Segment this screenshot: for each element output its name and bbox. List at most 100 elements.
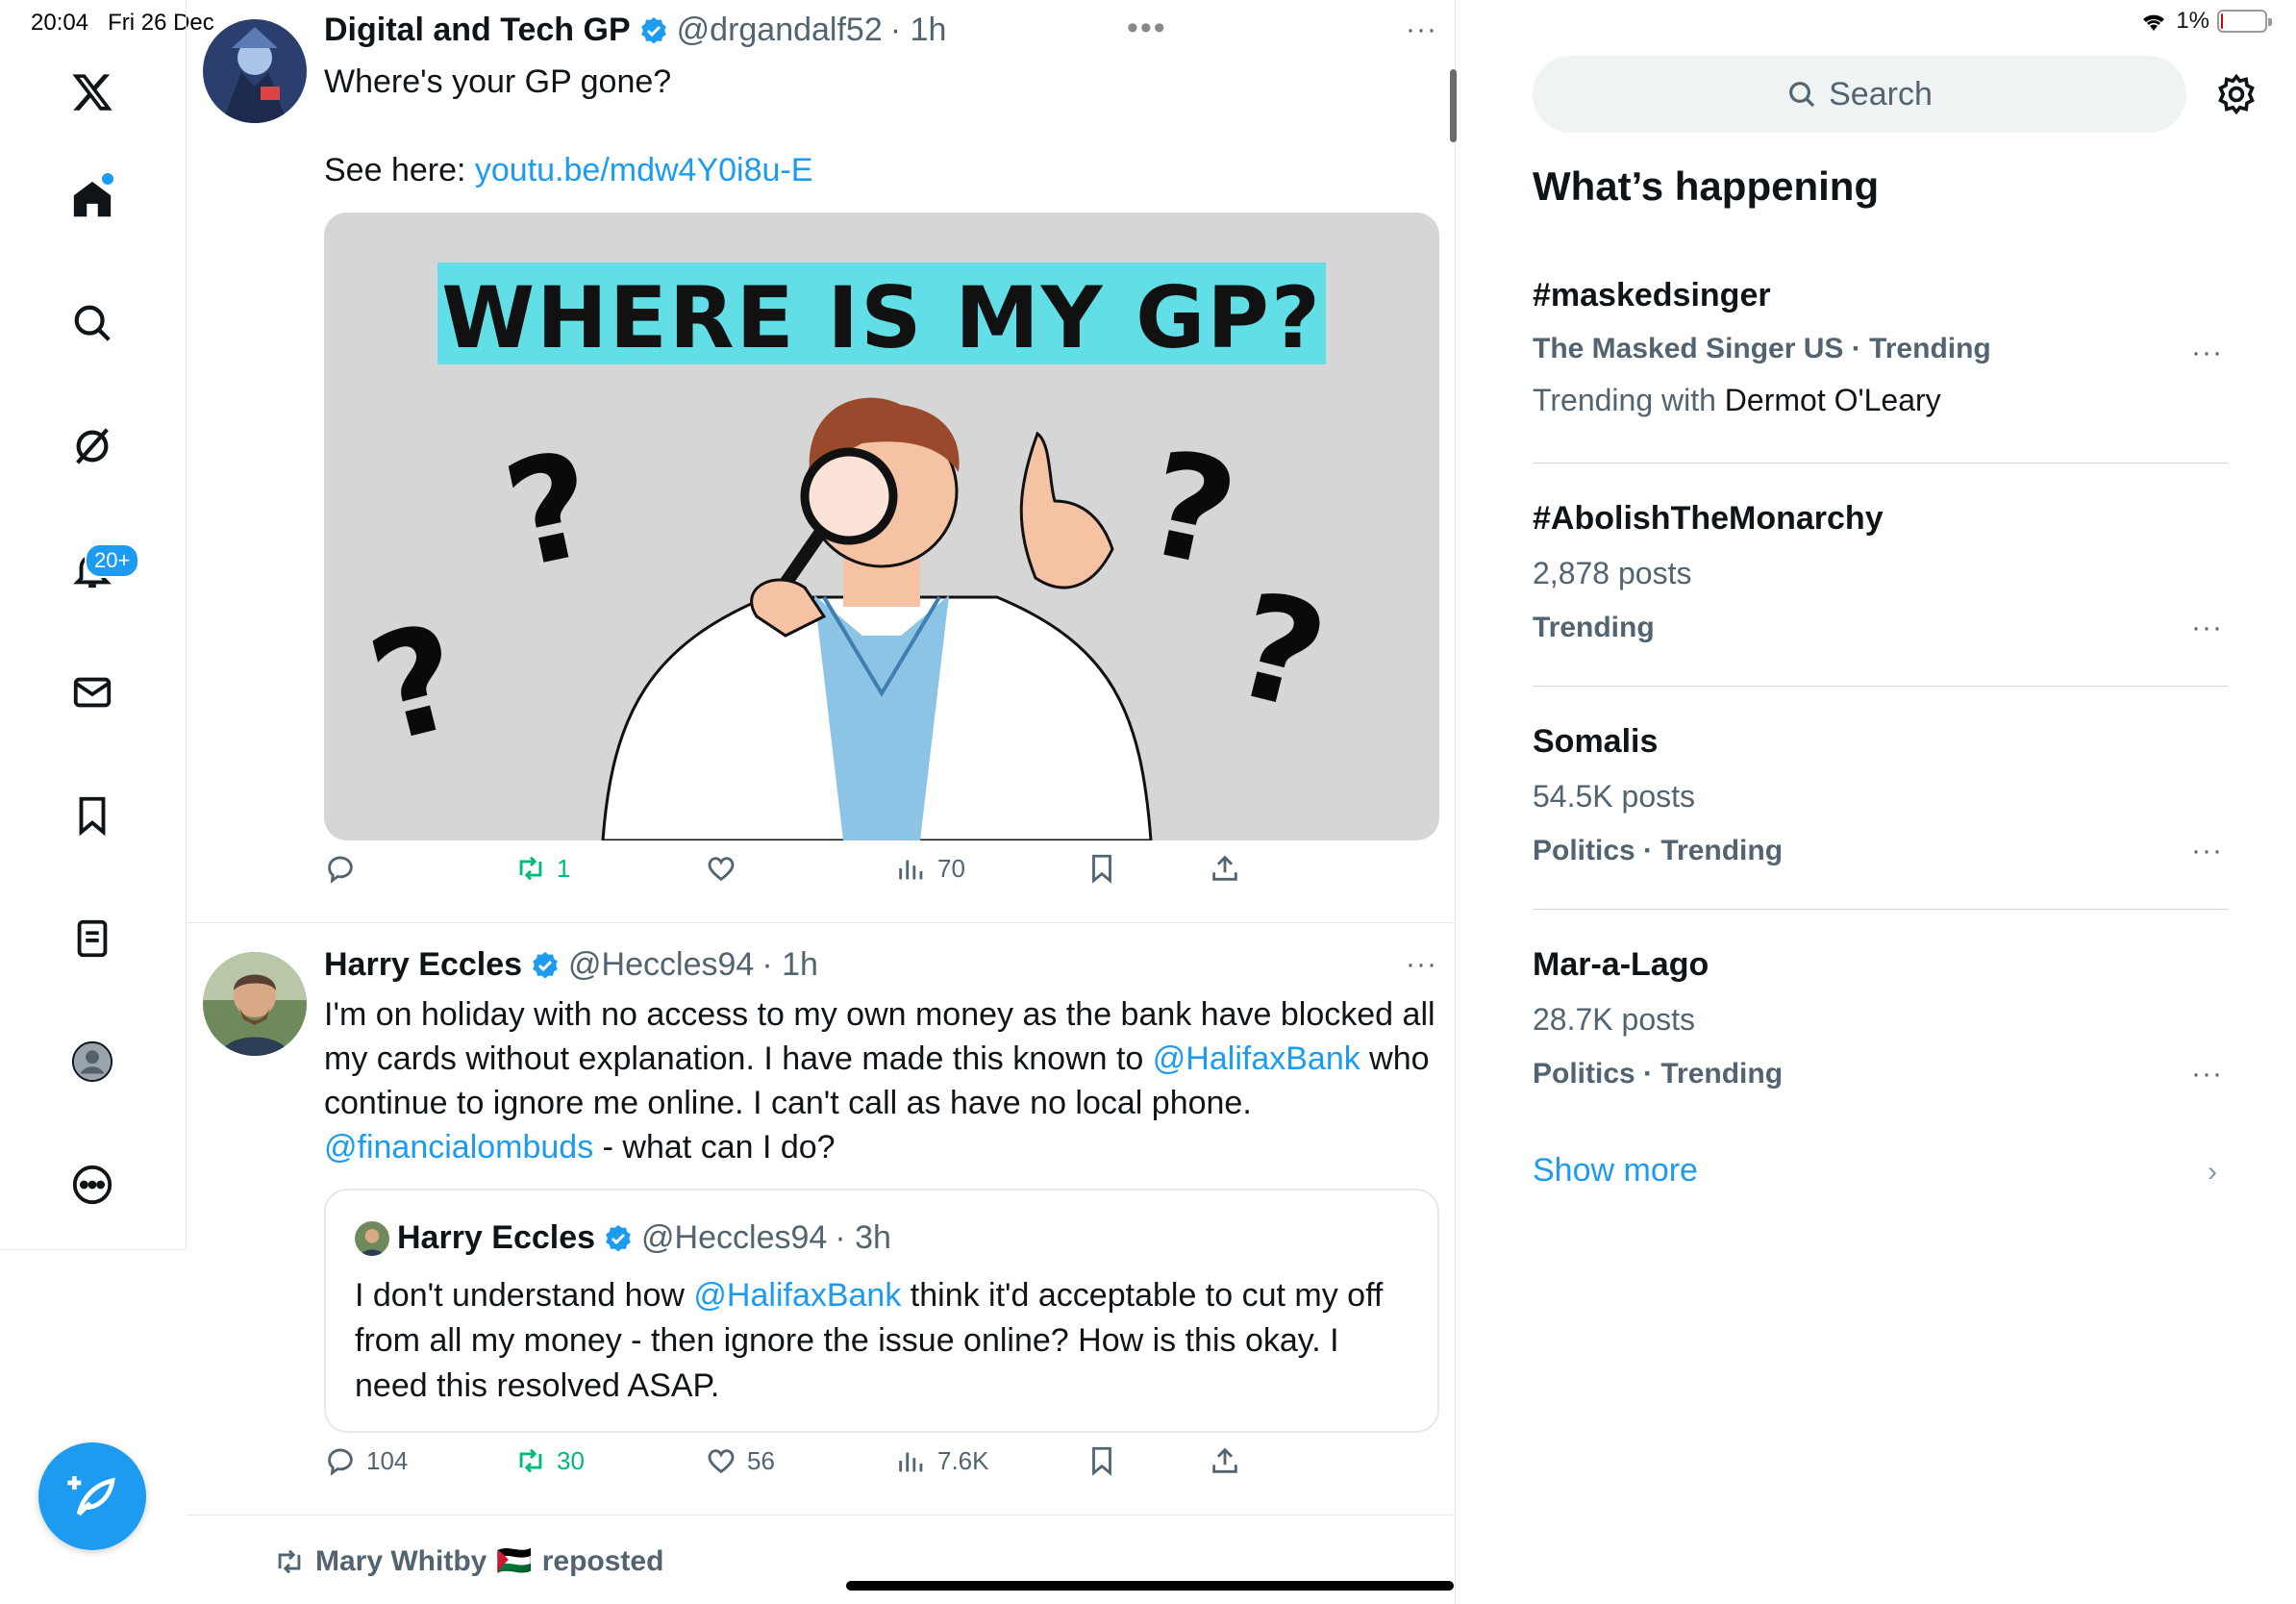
bookmark-button[interactable] [1086, 852, 1118, 885]
like-count: 56 [747, 1445, 775, 1475]
retweet-icon [519, 856, 542, 881]
tweet-media-image[interactable]: WHERE IS MY GP? ? ? ? ? [324, 213, 1439, 840]
left-navigation: 20+ [0, 0, 187, 1250]
trend-more-button[interactable]: ··· [2191, 835, 2223, 867]
tweet-link[interactable]: youtu.be/mdw4Y0i8u-E [475, 152, 813, 188]
mention-halifaxbank[interactable]: @HalifaxBank [1153, 1040, 1360, 1077]
author-handle[interactable]: @drgandalf52 [677, 12, 883, 49]
trend-item[interactable]: #AbolishTheMonarchy 2,878 posts Trending… [1533, 464, 2229, 687]
status-indicators: 1% [2139, 8, 2272, 35]
views-chart-icon [899, 860, 923, 880]
scrollbar[interactable] [1450, 69, 1457, 142]
tweet-time[interactable]: · 1h [890, 12, 947, 49]
heart-icon [708, 857, 735, 882]
views-button[interactable]: 70 [895, 852, 965, 885]
views-button[interactable]: 7.6K [895, 1444, 989, 1477]
svg-text:?: ? [492, 420, 609, 601]
tweet-time[interactable]: · 1h [761, 946, 818, 984]
tweet-actions: 1 70 [324, 852, 1285, 898]
quoted-avatar[interactable] [355, 1220, 389, 1256]
battery-percent: 1% [2176, 8, 2209, 34]
repost-context[interactable]: Mary Whitby 🇵🇸 reposted [273, 1544, 663, 1578]
like-button[interactable]: 56 [705, 1444, 775, 1477]
retweet-count: 1 [557, 853, 571, 883]
svg-text:?: ? [1219, 562, 1341, 744]
wifi-icon [2143, 14, 2165, 31]
trend-more-button[interactable]: ··· [2191, 337, 2223, 369]
lists-icon[interactable] [60, 906, 125, 971]
whats-happening-heading: What’s happening [1533, 163, 1880, 209]
quoted-tweet-time: · 3h [835, 1219, 891, 1256]
verified-badge-icon [640, 16, 666, 43]
reposter-name: Mary Whitby [315, 1544, 487, 1577]
retweet-button[interactable]: 1 [514, 852, 570, 885]
view-count: 70 [937, 853, 965, 883]
home-unread-dot [102, 173, 113, 185]
home-icon[interactable] [60, 167, 125, 233]
show-more-link[interactable]: Show more [1533, 1152, 1698, 1190]
trend-meta: Politics · Trending [1533, 835, 1784, 866]
doctor-illustration: ? ? ? ? [356, 397, 1341, 840]
bookmark-icon [1092, 1446, 1111, 1476]
notifications-badge: 20+ [85, 543, 140, 578]
trend-item[interactable]: Mar-a-Lago 28.7K posts Politics · Trendi… [1533, 910, 2229, 1121]
quoted-tweet[interactable]: Harry Eccles @Heccles94 · 3h I don't und… [324, 1189, 1439, 1433]
quoted-tweet-text: I don't understand how @HalifaxBank thin… [355, 1277, 1384, 1404]
tweet-more-button[interactable]: ··· [1406, 13, 1437, 46]
mention-halifaxbank[interactable]: @HalifaxBank [693, 1277, 901, 1314]
share-icon [1212, 1447, 1237, 1473]
reply-button[interactable] [324, 852, 366, 885]
tweet-text: I'm on holiday with no access to my own … [324, 996, 1435, 1165]
trend-meta: The Masked Singer US · Trending [1533, 333, 1991, 364]
heart-icon [708, 1449, 735, 1474]
like-button[interactable] [705, 852, 747, 885]
reposter-flag: 🇵🇸 [496, 1545, 533, 1577]
bookmark-button[interactable] [1086, 1444, 1118, 1477]
trend-meta: Trending [1533, 612, 1655, 643]
reply-button[interactable]: 104 [324, 1444, 408, 1477]
retweet-button[interactable]: 30 [514, 1444, 585, 1477]
trend-title: Mar-a-Lago [1533, 946, 1710, 983]
views-chart-icon [899, 1452, 923, 1472]
author-handle[interactable]: @Heccles94 [568, 946, 754, 984]
trend-more-button[interactable]: ··· [2191, 612, 2223, 644]
bookmarks-icon[interactable] [60, 783, 125, 848]
tweet-header: Digital and Tech GP @drgandalf52 · 1h [324, 12, 946, 49]
author-name[interactable]: Digital and Tech GP [324, 12, 631, 49]
tweet-header: Harry Eccles @Heccles94 · 1h [324, 946, 818, 984]
chevron-right-icon: › [2208, 1156, 2217, 1188]
tweet-card[interactable]: Digital and Tech GP @drgandalf52 · 1h ··… [187, 0, 1456, 923]
quoted-tweet-header: Harry Eccles @Heccles94 · 3h [355, 1219, 891, 1257]
settings-gear-icon[interactable] [2215, 73, 2258, 115]
home-indicator[interactable] [846, 1581, 1454, 1591]
tweet-more-button[interactable]: ··· [1406, 948, 1437, 981]
compose-feather-icon [67, 1476, 115, 1516]
retweet-icon [519, 1448, 542, 1473]
author-name[interactable]: Harry Eccles [324, 946, 522, 984]
share-button[interactable] [1209, 852, 1241, 885]
avatar[interactable] [203, 952, 307, 1056]
tweet-actions: 104 30 56 7.6K [324, 1444, 1285, 1491]
verified-badge-icon [533, 951, 558, 978]
quoted-author-handle: @Heccles94 [641, 1219, 828, 1256]
mention-financialombuds[interactable]: @financialombuds [324, 1129, 593, 1165]
more-options-icon[interactable] [60, 1152, 125, 1217]
compose-post-button[interactable] [38, 1442, 146, 1550]
profile-avatar-icon[interactable] [60, 1029, 125, 1094]
search-input[interactable]: Search [1533, 56, 2186, 133]
quoted-author-name: Harry Eccles [397, 1219, 596, 1256]
x-logo-icon[interactable] [60, 60, 125, 125]
retweet-count: 30 [557, 1445, 585, 1475]
trend-more-button[interactable]: ··· [2191, 1058, 2223, 1090]
trend-item[interactable]: #maskedsinger The Masked Singer US · Tre… [1533, 260, 2229, 464]
retweet-icon [278, 1549, 301, 1573]
trend-item[interactable]: Somalis 54.5K posts Politics · Trending … [1533, 687, 2229, 910]
messages-envelope-icon[interactable] [60, 660, 125, 725]
share-icon [1212, 855, 1237, 881]
share-button[interactable] [1209, 1444, 1241, 1477]
view-count: 7.6K [937, 1445, 989, 1475]
grok-icon[interactable] [60, 414, 125, 479]
avatar[interactable] [203, 19, 307, 123]
verified-badge-icon [606, 1224, 631, 1251]
search-icon[interactable] [60, 290, 125, 356]
